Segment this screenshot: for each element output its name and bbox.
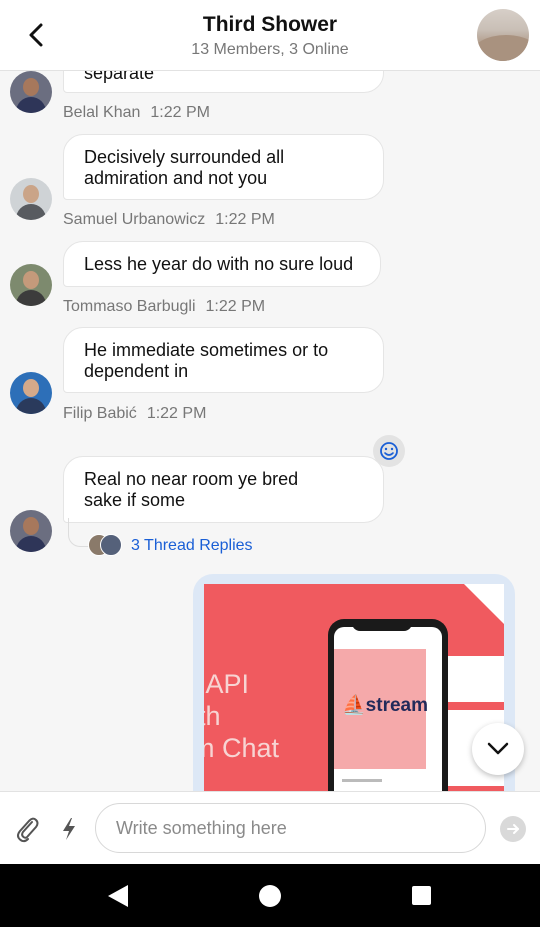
arrow-right-icon (507, 824, 519, 834)
system-navigation-bar (0, 864, 540, 927)
message-text: Real no near room ye bred sake if some (84, 469, 299, 510)
message-text: Decisively surrounded all admiration and… (84, 147, 285, 188)
message-bubble[interactable]: Real no near room ye bred sake if some (63, 456, 384, 523)
chevron-down-icon (487, 742, 509, 755)
message-meta: Tommaso Barbugli 1:22 PM (63, 298, 265, 316)
message-bubble[interactable]: Decisively surrounded all admiration and… (63, 134, 384, 200)
nav-recents-button[interactable] (412, 886, 431, 905)
channel-title: Third Shower (202, 13, 338, 36)
message-text: separate (84, 71, 155, 83)
attachment-promo-text: t API ith m Chat (204, 669, 280, 763)
message-text: Less he year do with no sure loud (84, 254, 354, 274)
channel-header: Third Shower 13 Members, 3 Online (0, 0, 540, 71)
phone-illustration: ⛵stream (328, 619, 448, 791)
message-meta: Filip Babić 1:22 PM (63, 405, 206, 423)
avatar[interactable] (10, 71, 52, 113)
avatar[interactable] (10, 510, 52, 552)
timestamp: 1:22 PM (215, 211, 275, 228)
commands-button[interactable] (58, 816, 80, 842)
send-button[interactable] (500, 816, 526, 842)
message-bubble[interactable]: He immediate sometimes or to dependent i… (63, 327, 384, 393)
paperclip-icon (17, 817, 39, 843)
message-meta: Belal Khan 1:22 PM (63, 104, 210, 122)
avatar[interactable] (10, 178, 52, 220)
message-list[interactable]: separate Belal Khan 1:22 PM Decisively su… (0, 71, 540, 791)
channel-avatar[interactable] (477, 9, 529, 61)
message-bubble[interactable]: Less he year do with no sure loud (63, 241, 381, 287)
channel-subtitle: 13 Members, 3 Online (191, 41, 349, 58)
timestamp: 1:22 PM (205, 298, 266, 315)
message-input[interactable] (95, 803, 486, 853)
thread-replies-link[interactable]: 3 Thread Replies (131, 537, 253, 555)
stream-logo: ⛵stream (342, 695, 428, 716)
thread-participants (88, 534, 122, 556)
author-name: Samuel Urbanowicz (63, 211, 206, 228)
message-bubble[interactable]: separate (63, 71, 384, 93)
timestamp: 1:22 PM (146, 405, 207, 422)
author-name: Belal Khan (63, 104, 141, 121)
nav-back-button[interactable] (108, 885, 128, 912)
avatar[interactable] (10, 372, 52, 414)
message-text: He immediate sometimes or to dependent i… (84, 340, 329, 381)
smiley-icon (380, 442, 398, 460)
scroll-to-bottom-button[interactable] (472, 723, 524, 775)
nav-home-button[interactable] (259, 885, 281, 907)
author-name: Tommaso Barbugli (63, 298, 196, 315)
message-meta: Samuel Urbanowicz 1:22 PM (63, 211, 275, 229)
lightning-icon (63, 818, 75, 840)
author-name: Filip Babić (63, 405, 137, 422)
image-attachment[interactable]: t API ith m Chat ⛵stream (204, 584, 504, 791)
triangle-back-icon (108, 885, 128, 907)
timestamp: 1:22 PM (150, 104, 210, 121)
attach-button[interactable] (14, 815, 40, 843)
avatar[interactable] (10, 264, 52, 306)
message-composer (0, 791, 540, 864)
